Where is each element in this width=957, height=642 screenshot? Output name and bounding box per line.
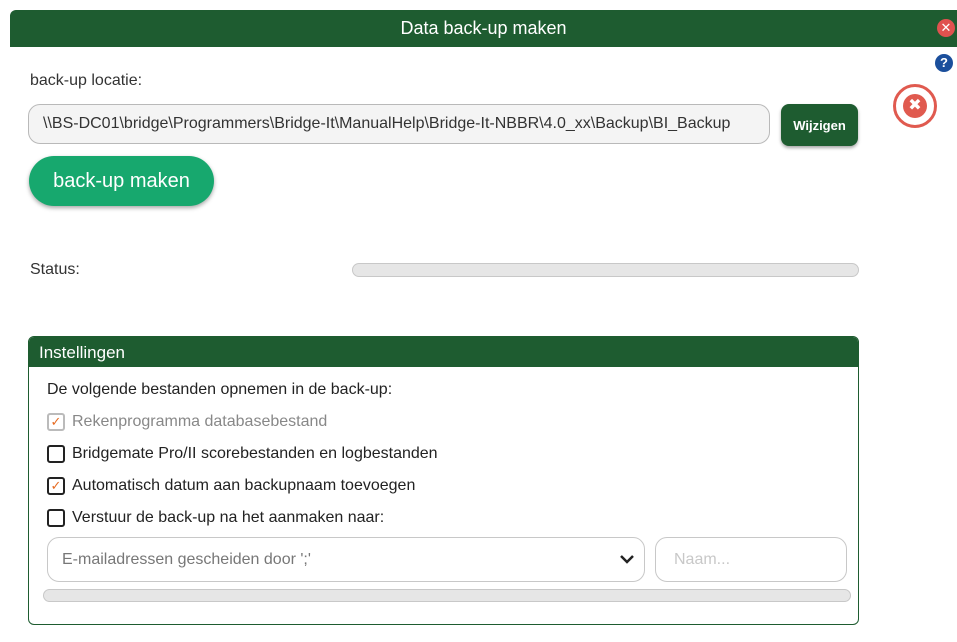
option-send-label: Verstuur de back-up na het aanmaken naar… — [72, 509, 385, 526]
settings-title: Instellingen — [29, 337, 858, 367]
option-send[interactable]: Verstuur de back-up na het aanmaken naar… — [47, 509, 384, 527]
option-bridgemate[interactable]: Bridgemate Pro/II scorebestanden en logb… — [47, 445, 438, 463]
title-bar: Data back-up maken ✕ — [10, 10, 957, 47]
settings-intro: De volgende bestanden opnemen in de back… — [47, 381, 393, 398]
option-bridgemate-label: Bridgemate Pro/II scorebestanden en logb… — [72, 445, 438, 462]
close-circle-icon: ✖ — [903, 94, 927, 118]
option-auto-date-label: Automatisch datum aan backupnaam toevoeg… — [72, 477, 416, 494]
option-auto-date[interactable]: ✓ Automatisch datum aan backupnaam toevo… — [47, 477, 415, 495]
backup-dialog: Data back-up maken ✕ ? ✖ back-up locatie… — [0, 0, 957, 642]
backup-location-field[interactable]: \\BS-DC01\bridge\Programmers\Bridge-It\M… — [28, 104, 770, 144]
make-backup-button[interactable]: back-up maken — [29, 156, 214, 206]
option-database: ✓ Rekenprogramma databasebestand — [47, 413, 327, 431]
location-label: back-up locatie: — [30, 72, 143, 89]
checkbox-bridgemate[interactable] — [47, 445, 65, 463]
window-title: Data back-up maken — [400, 18, 567, 38]
chevron-down-icon[interactable] — [620, 538, 634, 581]
close-button[interactable]: ✖ — [893, 84, 937, 128]
change-location-button[interactable]: Wijzigen — [781, 104, 858, 146]
settings-panel: Instellingen De volgende bestanden opnem… — [28, 336, 859, 625]
send-progress-bar — [43, 589, 851, 602]
checkbox-send[interactable] — [47, 509, 65, 527]
option-database-label: Rekenprogramma databasebestand — [72, 413, 328, 430]
status-label: Status: — [30, 261, 80, 278]
email-placeholder: E-mailadressen gescheiden door ';' — [62, 551, 311, 568]
email-select[interactable]: E-mailadressen gescheiden door ';' — [47, 537, 645, 582]
name-input[interactable]: Naam... — [655, 537, 847, 582]
help-icon[interactable]: ? — [935, 54, 953, 72]
checkbox-auto-date[interactable]: ✓ — [47, 477, 65, 495]
window-close-icon[interactable]: ✕ — [937, 19, 955, 37]
checkbox-database: ✓ — [47, 413, 65, 431]
status-progress-bar — [352, 263, 859, 277]
